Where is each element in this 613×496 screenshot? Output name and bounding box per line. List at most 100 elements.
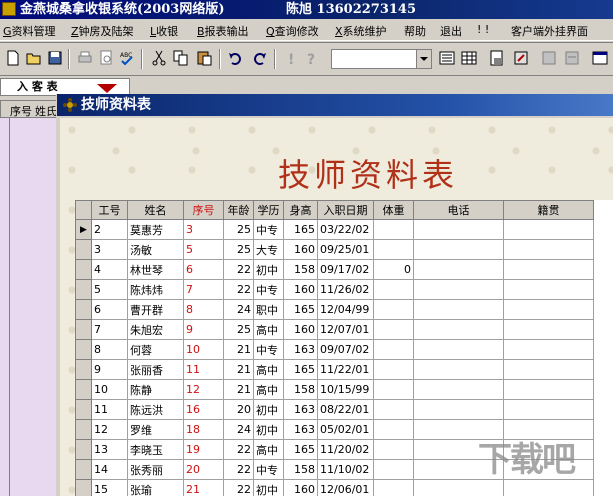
col-header-education[interactable]: 学历: [253, 200, 284, 220]
cell-employee-id[interactable]: 10: [91, 379, 128, 400]
cell-employee-id[interactable]: 13: [91, 439, 128, 460]
row-selector[interactable]: [75, 459, 92, 480]
cell-employee-id[interactable]: 11: [91, 399, 128, 420]
row-selector[interactable]: [75, 259, 92, 280]
cell-education[interactable]: 中专: [253, 339, 284, 360]
menu-exit[interactable]: 退出: [440, 23, 462, 39]
cell-weight[interactable]: [373, 299, 414, 320]
cell-phone[interactable]: [413, 379, 504, 400]
cell-employee-id[interactable]: 2: [91, 219, 128, 240]
table-row[interactable]: 9 张丽香 11 21 高中 165 11/22/01: [75, 359, 594, 380]
save-icon[interactable]: [46, 49, 64, 67]
cell-employee-id[interactable]: 3: [91, 239, 128, 260]
menu-help[interactable]: 帮助: [404, 23, 426, 39]
cell-height[interactable]: 165: [283, 219, 318, 240]
col-header-height[interactable]: 身高: [283, 200, 318, 220]
exclamation-icon[interactable]: !: [282, 49, 300, 67]
database-icon[interactable]: [563, 49, 581, 67]
cell-weight[interactable]: [373, 399, 414, 420]
row-selector[interactable]: [75, 479, 92, 496]
cell-hometown[interactable]: [503, 479, 594, 496]
cell-name[interactable]: 张秀丽: [127, 459, 184, 480]
cell-education[interactable]: 中专: [253, 459, 284, 480]
cell-employee-id[interactable]: 12: [91, 419, 128, 440]
cell-name[interactable]: 何蓉: [127, 339, 184, 360]
technician-window-titlebar[interactable]: 技师资料表: [57, 94, 613, 116]
cell-employee-id[interactable]: 7: [91, 319, 128, 340]
copy-icon[interactable]: [172, 49, 190, 67]
cell-employee-id[interactable]: 8: [91, 339, 128, 360]
cell-weight[interactable]: [373, 279, 414, 300]
cell-age[interactable]: 24: [223, 299, 254, 320]
cell-employee-id[interactable]: 14: [91, 459, 128, 480]
cell-height[interactable]: 158: [283, 459, 318, 480]
cell-phone[interactable]: [413, 219, 504, 240]
cell-hometown[interactable]: [503, 359, 594, 380]
table-row[interactable]: 11 陈远洪 16 20 初中 163 08/22/01: [75, 399, 594, 420]
table-view-icon[interactable]: [460, 49, 478, 67]
cell-phone[interactable]: [413, 359, 504, 380]
cell-weight[interactable]: [373, 239, 414, 260]
wizard-icon[interactable]: [540, 49, 558, 67]
cell-name[interactable]: 陈静: [127, 379, 184, 400]
cell-education[interactable]: 中专: [253, 279, 284, 300]
cell-height[interactable]: 163: [283, 399, 318, 420]
table-row[interactable]: 6 曹开群 8 24 职中 165 12/04/99: [75, 299, 594, 320]
cell-hire-date[interactable]: 12/04/99: [317, 299, 374, 320]
dropdown-arrow-icon[interactable]: [97, 84, 117, 93]
cell-age[interactable]: 25: [223, 239, 254, 260]
cell-education[interactable]: 中专: [253, 219, 284, 240]
left-grid-body[interactable]: [0, 118, 58, 496]
menu-client-interface[interactable]: 客户端外挂界面: [511, 23, 588, 39]
cell-name[interactable]: 汤敏: [127, 239, 184, 260]
cell-weight[interactable]: [373, 359, 414, 380]
cell-height[interactable]: 165: [283, 299, 318, 320]
menu-clock-room[interactable]: Z钟房及陆架: [71, 23, 134, 39]
cell-name[interactable]: 陈远洪: [127, 399, 184, 420]
paste-icon[interactable]: [195, 49, 213, 67]
cell-sequence[interactable]: 10: [183, 339, 224, 360]
cell-education[interactable]: 大专: [253, 239, 284, 260]
cell-age[interactable]: 25: [223, 319, 254, 340]
row-selector[interactable]: [75, 359, 92, 380]
cell-hire-date[interactable]: 03/22/02: [317, 219, 374, 240]
cell-age[interactable]: 24: [223, 419, 254, 440]
col-header-employee-id[interactable]: 工号: [91, 200, 128, 220]
cell-hometown[interactable]: [503, 339, 594, 360]
cell-hire-date[interactable]: 08/22/01: [317, 399, 374, 420]
properties-icon[interactable]: [488, 49, 506, 67]
cell-education[interactable]: 初中: [253, 259, 284, 280]
cell-sequence[interactable]: 19: [183, 439, 224, 460]
cell-employee-id[interactable]: 6: [91, 299, 128, 320]
cell-height[interactable]: 160: [283, 319, 318, 340]
cell-hire-date[interactable]: 11/20/02: [317, 439, 374, 460]
cell-hire-date[interactable]: 12/07/01: [317, 319, 374, 340]
col-header-weight[interactable]: 体重: [373, 200, 414, 220]
cell-hire-date[interactable]: 11/10/02: [317, 459, 374, 480]
cell-hire-date[interactable]: 11/22/01: [317, 359, 374, 380]
cell-age[interactable]: 21: [223, 359, 254, 380]
cell-education[interactable]: 初中: [253, 399, 284, 420]
cell-phone[interactable]: [413, 279, 504, 300]
cell-phone[interactable]: [413, 259, 504, 280]
col-header-name[interactable]: 姓名: [127, 200, 184, 220]
cell-phone[interactable]: [413, 299, 504, 320]
cell-hometown[interactable]: [503, 219, 594, 240]
cell-name[interactable]: 朱旭宏: [127, 319, 184, 340]
cell-hometown[interactable]: [503, 319, 594, 340]
cell-height[interactable]: 163: [283, 339, 318, 360]
cell-hometown[interactable]: [503, 279, 594, 300]
cell-sequence[interactable]: 12: [183, 379, 224, 400]
row-selector[interactable]: [75, 299, 92, 320]
cell-education[interactable]: 职中: [253, 299, 284, 320]
builder-icon[interactable]: [512, 49, 530, 67]
menu-report-output[interactable]: B报表输出: [197, 23, 249, 39]
cell-weight[interactable]: [373, 459, 414, 480]
cell-employee-id[interactable]: 5: [91, 279, 128, 300]
open-folder-icon[interactable]: [25, 49, 43, 67]
cell-phone[interactable]: [413, 399, 504, 420]
cell-weight[interactable]: [373, 379, 414, 400]
toolbar-combo-box[interactable]: [331, 49, 432, 69]
table-row[interactable]: 15 张瑜 21 22 初中 160 12/06/01: [75, 479, 594, 496]
cell-hire-date[interactable]: 09/25/01: [317, 239, 374, 260]
